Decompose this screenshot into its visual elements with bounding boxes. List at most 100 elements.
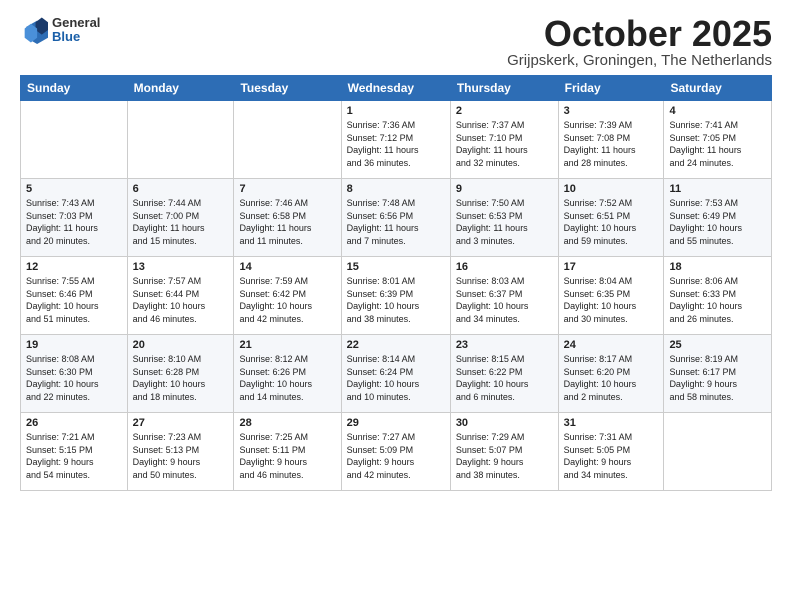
day-info: Sunrise: 8:06 AM Sunset: 6:33 PM Dayligh…	[669, 275, 766, 325]
day-number: 18	[669, 261, 766, 273]
calendar-cell: 28 Sunrise: 7:25 AM Sunset: 5:11 PM Dayli…	[234, 413, 341, 491]
day-info: Sunrise: 8:15 AM Sunset: 6:22 PM Dayligh…	[456, 353, 553, 403]
calendar-week-5: 26 Sunrise: 7:21 AM Sunset: 5:15 PM Dayli…	[21, 413, 772, 491]
calendar-cell: 12Sunrise: 7:55 AM Sunset: 6:46 PM Dayli…	[21, 257, 128, 335]
day-number: 24	[564, 339, 659, 351]
calendar-week-1: 1 Sunrise: 7:36 AM Sunset: 7:12 PM Daylig…	[21, 101, 772, 179]
logo-icon	[20, 16, 48, 44]
day-number: 6	[133, 183, 229, 195]
day-number: 8	[347, 183, 445, 195]
day-number: 25	[669, 339, 766, 351]
day-info: Sunrise: 7:21 AM Sunset: 5:15 PM Dayligh…	[26, 431, 122, 481]
calendar-cell: 24 Sunrise: 8:17 AM Sunset: 6:20 PM Dayli…	[558, 335, 664, 413]
location-title: Grijpskerk, Groningen, The Netherlands	[507, 52, 772, 69]
day-info: Sunrise: 7:55 AM Sunset: 6:46 PM Dayligh…	[26, 275, 122, 325]
day-number: 3	[564, 105, 659, 117]
day-number: 10	[564, 183, 659, 195]
calendar-week-2: 5 Sunrise: 7:43 AM Sunset: 7:03 PM Daylig…	[21, 179, 772, 257]
calendar-cell: 4Sunrise: 7:41 AM Sunset: 7:05 PM Daylig…	[664, 101, 772, 179]
calendar-cell: 17 Sunrise: 8:04 AM Sunset: 6:35 PM Dayli…	[558, 257, 664, 335]
day-number: 1	[347, 105, 445, 117]
col-friday: Friday	[558, 76, 664, 101]
day-number: 14	[239, 261, 335, 273]
day-info: Sunrise: 7:31 AM Sunset: 5:05 PM Dayligh…	[564, 431, 659, 481]
day-number: 21	[239, 339, 335, 351]
day-number: 16	[456, 261, 553, 273]
calendar-cell	[21, 101, 128, 179]
calendar-cell	[127, 101, 234, 179]
calendar-cell	[234, 101, 341, 179]
day-number: 30	[456, 417, 553, 429]
day-info: Sunrise: 7:52 AM Sunset: 6:51 PM Dayligh…	[564, 197, 659, 247]
calendar-cell: 3 Sunrise: 7:39 AM Sunset: 7:08 PM Daylig…	[558, 101, 664, 179]
calendar-cell: 26 Sunrise: 7:21 AM Sunset: 5:15 PM Dayli…	[21, 413, 128, 491]
calendar-cell: 15 Sunrise: 8:01 AM Sunset: 6:39 PM Dayli…	[341, 257, 450, 335]
day-info: Sunrise: 8:04 AM Sunset: 6:35 PM Dayligh…	[564, 275, 659, 325]
day-info: Sunrise: 8:12 AM Sunset: 6:26 PM Dayligh…	[239, 353, 335, 403]
day-number: 15	[347, 261, 445, 273]
day-number: 23	[456, 339, 553, 351]
calendar-cell: 22 Sunrise: 8:14 AM Sunset: 6:24 PM Dayli…	[341, 335, 450, 413]
day-info: Sunrise: 7:36 AM Sunset: 7:12 PM Dayligh…	[347, 119, 445, 169]
day-info: Sunrise: 7:50 AM Sunset: 6:53 PM Dayligh…	[456, 197, 553, 247]
calendar-cell: 18 Sunrise: 8:06 AM Sunset: 6:33 PM Dayli…	[664, 257, 772, 335]
day-info: Sunrise: 7:29 AM Sunset: 5:07 PM Dayligh…	[456, 431, 553, 481]
calendar-cell: 29 Sunrise: 7:27 AM Sunset: 5:09 PM Dayli…	[341, 413, 450, 491]
day-info: Sunrise: 7:37 AM Sunset: 7:10 PM Dayligh…	[456, 119, 553, 169]
calendar-cell: 2 Sunrise: 7:37 AM Sunset: 7:10 PM Daylig…	[450, 101, 558, 179]
col-monday: Monday	[127, 76, 234, 101]
col-sunday: Sunday	[21, 76, 128, 101]
logo-area: General Blue	[20, 16, 100, 45]
day-info: Sunrise: 8:03 AM Sunset: 6:37 PM Dayligh…	[456, 275, 553, 325]
day-info: Sunrise: 7:53 AM Sunset: 6:49 PM Dayligh…	[669, 197, 766, 247]
calendar-cell	[664, 413, 772, 491]
col-tuesday: Tuesday	[234, 76, 341, 101]
calendar-cell: 7 Sunrise: 7:46 AM Sunset: 6:58 PM Daylig…	[234, 179, 341, 257]
col-thursday: Thursday	[450, 76, 558, 101]
calendar-cell: 21 Sunrise: 8:12 AM Sunset: 6:26 PM Dayli…	[234, 335, 341, 413]
day-info: Sunrise: 7:46 AM Sunset: 6:58 PM Dayligh…	[239, 197, 335, 247]
calendar-cell: 31Sunrise: 7:31 AM Sunset: 5:05 PM Dayli…	[558, 413, 664, 491]
day-info: Sunrise: 7:57 AM Sunset: 6:44 PM Dayligh…	[133, 275, 229, 325]
day-info: Sunrise: 7:39 AM Sunset: 7:08 PM Dayligh…	[564, 119, 659, 169]
day-info: Sunrise: 7:59 AM Sunset: 6:42 PM Dayligh…	[239, 275, 335, 325]
calendar-cell: 6 Sunrise: 7:44 AM Sunset: 7:00 PM Daylig…	[127, 179, 234, 257]
calendar-cell: 13 Sunrise: 7:57 AM Sunset: 6:44 PM Dayli…	[127, 257, 234, 335]
calendar-cell: 9Sunrise: 7:50 AM Sunset: 6:53 PM Daylig…	[450, 179, 558, 257]
day-info: Sunrise: 7:44 AM Sunset: 7:00 PM Dayligh…	[133, 197, 229, 247]
day-number: 28	[239, 417, 335, 429]
day-number: 13	[133, 261, 229, 273]
calendar-cell: 23 Sunrise: 8:15 AM Sunset: 6:22 PM Dayli…	[450, 335, 558, 413]
calendar-cell: 8 Sunrise: 7:48 AM Sunset: 6:56 PM Daylig…	[341, 179, 450, 257]
day-info: Sunrise: 7:25 AM Sunset: 5:11 PM Dayligh…	[239, 431, 335, 481]
day-number: 20	[133, 339, 229, 351]
day-number: 19	[26, 339, 122, 351]
day-info: Sunrise: 7:48 AM Sunset: 6:56 PM Dayligh…	[347, 197, 445, 247]
day-number: 26	[26, 417, 122, 429]
calendar-week-4: 19 Sunrise: 8:08 AM Sunset: 6:30 PM Dayli…	[21, 335, 772, 413]
day-number: 22	[347, 339, 445, 351]
col-wednesday: Wednesday	[341, 76, 450, 101]
calendar-table: Sunday Monday Tuesday Wednesday Thursday…	[20, 75, 772, 491]
day-info: Sunrise: 7:43 AM Sunset: 7:03 PM Dayligh…	[26, 197, 122, 247]
calendar-cell: 14 Sunrise: 7:59 AM Sunset: 6:42 PM Dayli…	[234, 257, 341, 335]
day-info: Sunrise: 8:01 AM Sunset: 6:39 PM Dayligh…	[347, 275, 445, 325]
day-number: 2	[456, 105, 553, 117]
day-info: Sunrise: 8:14 AM Sunset: 6:24 PM Dayligh…	[347, 353, 445, 403]
calendar-cell: 25Sunrise: 8:19 AM Sunset: 6:17 PM Dayli…	[664, 335, 772, 413]
weekday-header-row: Sunday Monday Tuesday Wednesday Thursday…	[21, 76, 772, 101]
day-number: 5	[26, 183, 122, 195]
day-info: Sunrise: 8:17 AM Sunset: 6:20 PM Dayligh…	[564, 353, 659, 403]
day-number: 7	[239, 183, 335, 195]
day-info: Sunrise: 8:08 AM Sunset: 6:30 PM Dayligh…	[26, 353, 122, 403]
col-saturday: Saturday	[664, 76, 772, 101]
calendar-cell: 10 Sunrise: 7:52 AM Sunset: 6:51 PM Dayli…	[558, 179, 664, 257]
calendar-cell: 5 Sunrise: 7:43 AM Sunset: 7:03 PM Daylig…	[21, 179, 128, 257]
day-number: 17	[564, 261, 659, 273]
title-area: October 2025 Grijpskerk, Groningen, The …	[507, 16, 772, 69]
day-info: Sunrise: 7:27 AM Sunset: 5:09 PM Dayligh…	[347, 431, 445, 481]
calendar-cell: 19 Sunrise: 8:08 AM Sunset: 6:30 PM Dayli…	[21, 335, 128, 413]
calendar-cell: 1 Sunrise: 7:36 AM Sunset: 7:12 PM Daylig…	[341, 101, 450, 179]
logo-text: General Blue	[52, 16, 100, 45]
day-number: 29	[347, 417, 445, 429]
